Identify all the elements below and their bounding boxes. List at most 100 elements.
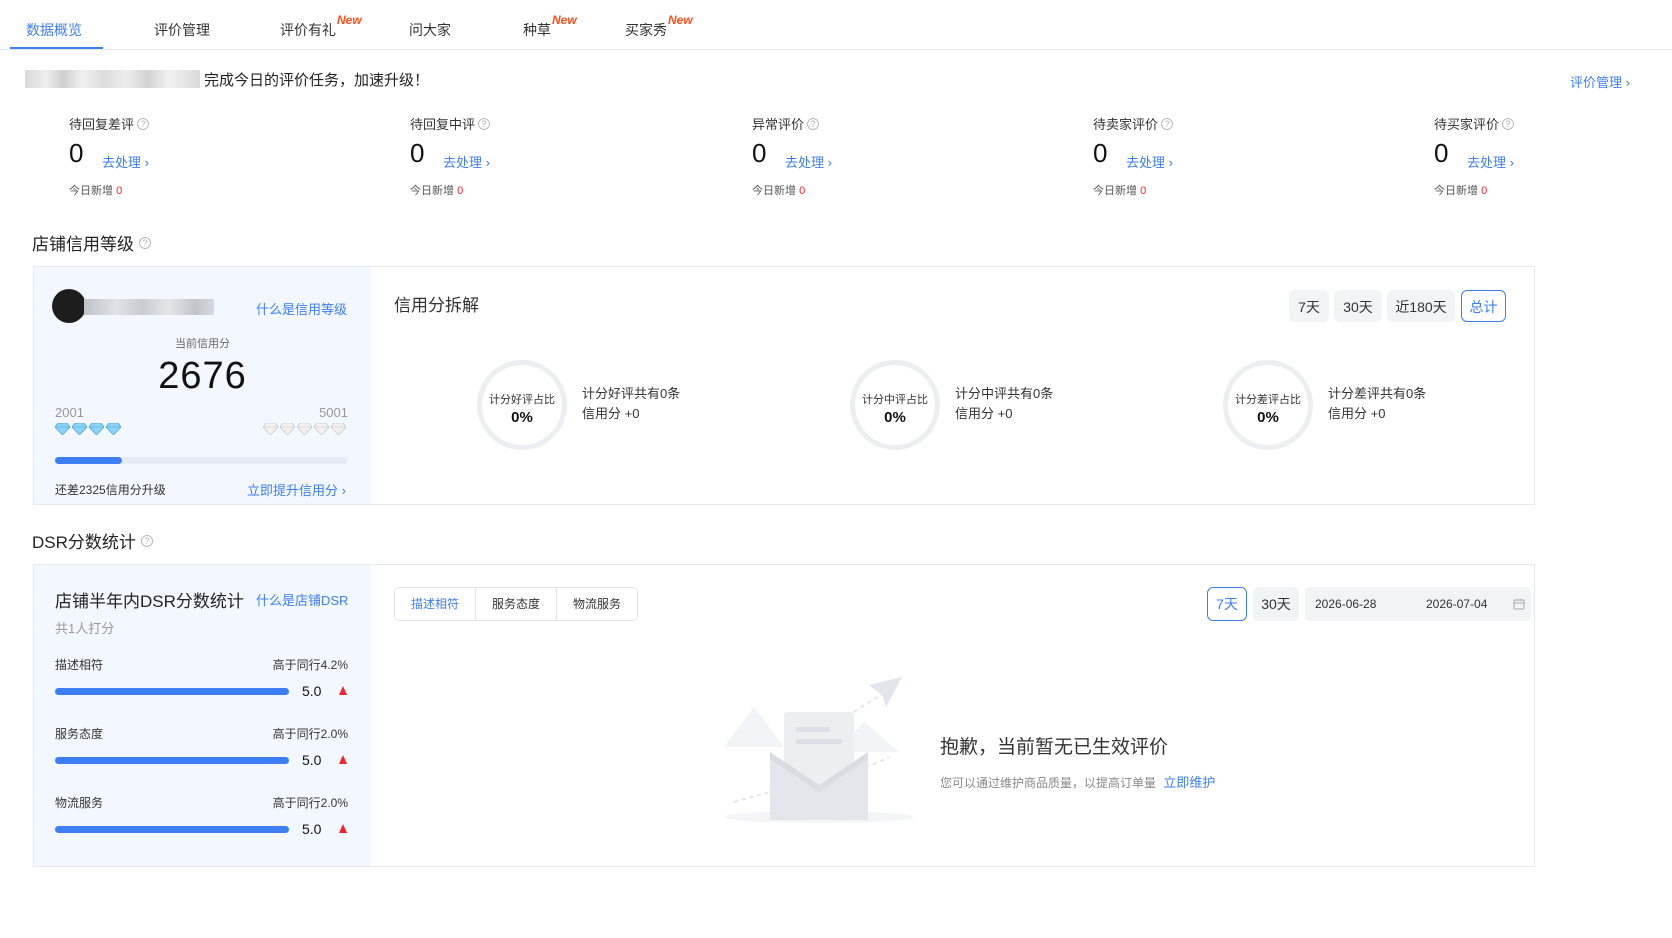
help-icon[interactable]: ? <box>807 117 820 130</box>
go-handle-link[interactable]: 去处理 › <box>785 152 832 171</box>
help-icon[interactable]: ? <box>1161 117 1174 130</box>
greeting: 完成今日的评价任务，加速升级！ <box>25 68 429 90</box>
stat-pending-seller-review: 待卖家评价? 0 去处理 › 今日新增 0 <box>1093 114 1174 197</box>
ring-label: 计分差评占比 <box>1235 394 1301 406</box>
dsr-rater-count: 共1人打分 <box>55 621 115 636</box>
dsr-item-compare: 高于同行2.0% <box>272 796 348 810</box>
tab-service-attitude[interactable]: 服务态度 <box>476 588 558 620</box>
what-is-dsr-link[interactable]: 什么是店铺DSR <box>256 590 348 609</box>
dsr-item-compare: 高于同行2.0% <box>272 727 348 741</box>
what-is-credit-link[interactable]: 什么是信用等级 <box>256 299 347 318</box>
tab-buyer-show[interactable]: 买家秀 New <box>625 13 693 40</box>
tab-ask-everyone[interactable]: 问大家 <box>409 20 451 40</box>
gem-icon <box>72 423 87 435</box>
current-level-gems <box>55 423 121 435</box>
up-arrow-icon <box>339 824 347 833</box>
calendar-icon[interactable] <box>1513 598 1525 610</box>
ring-value: 0% <box>884 409 906 426</box>
tab-review-gift[interactable]: 评价有礼 New <box>280 13 362 40</box>
dsr-score-bar <box>55 757 289 764</box>
gem-icon <box>106 423 121 435</box>
up-arrow-icon <box>339 686 347 695</box>
dsr-score: 5.0 <box>302 683 322 699</box>
help-icon[interactable]: ? <box>137 117 150 130</box>
gem-icon <box>331 423 346 435</box>
stat-title: 异常评价 <box>752 117 805 132</box>
help-icon[interactable]: ? <box>139 236 151 249</box>
stat-pending-negative: 待回复差评? 0 去处理 › 今日新增 0 <box>69 114 150 197</box>
help-icon[interactable]: ? <box>140 534 153 547</box>
go-handle-link[interactable]: 去处理 › <box>1126 152 1173 171</box>
avatar <box>52 289 86 323</box>
good-review-desc: 计分好评共有0条 信用分 +0 <box>582 386 681 421</box>
dsr-metric-tabs: 描述相符 服务态度 物流服务 <box>394 587 639 621</box>
date-start: 2026-06-28 <box>1315 597 1377 611</box>
stat-today-new: 今日新增 0 <box>410 185 464 197</box>
ring-value: 0% <box>1257 409 1279 426</box>
tab-overview[interactable]: 数据概览 <box>26 20 82 40</box>
gem-icon <box>314 423 329 435</box>
neutral-review-ring: 计分中评占比 0% <box>850 360 940 450</box>
dsr-panel: 店铺半年内DSR分数统计 什么是店铺DSR 共1人打分 描述相符 高于同行4.2… <box>33 564 1535 867</box>
dsr-period-30d-button[interactable]: 30天 <box>1253 587 1299 621</box>
dsr-score-bar <box>55 826 289 833</box>
stat-title: 待卖家评价 <box>1093 117 1159 132</box>
next-level-gems <box>263 423 346 435</box>
dsr-score: 5.0 <box>302 821 322 837</box>
credit-range-min: 2001 <box>55 405 84 420</box>
dsr-item-label: 服务态度 <box>55 727 104 741</box>
go-handle-link[interactable]: 去处理 › <box>102 152 149 171</box>
top-tab-bar: 数据概览 评价管理 评价有礼 New 问大家 种草 New 买家秀 New <box>0 0 1672 50</box>
stat-pending-buyer-review: 待买家评价? 0 去处理 › 今日新增 0 <box>1434 114 1515 197</box>
upgrade-hint: 还差2325信用分升级 <box>55 483 166 497</box>
tab-logistics-service[interactable]: 物流服务 <box>557 588 637 620</box>
gem-icon <box>55 423 70 435</box>
credit-card: 什么是信用等级 当前信用分 2676 2001 5001 还差2325信用分升级… <box>34 267 371 504</box>
dsr-item-label: 物流服务 <box>55 796 104 810</box>
period-180d-button[interactable]: 近180天 <box>1387 290 1455 322</box>
dsr-card: 店铺半年内DSR分数统计 什么是店铺DSR 共1人打分 描述相符 高于同行4.2… <box>34 565 371 866</box>
good-review-ring: 计分好评占比 0% <box>477 360 567 450</box>
period-total-button[interactable]: 总计 <box>1461 290 1506 322</box>
stat-value: 0 <box>752 138 767 168</box>
stat-today-new: 今日新增 0 <box>752 185 806 197</box>
review-management-link[interactable]: 评价管理 › <box>1570 72 1630 91</box>
new-badge: New <box>668 13 693 27</box>
stat-pending-neutral: 待回复中评? 0 去处理 › 今日新增 0 <box>410 114 491 197</box>
gem-icon <box>89 423 104 435</box>
boost-credit-link[interactable]: 立即提升信用分 › <box>247 480 346 499</box>
period-30d-button[interactable]: 30天 <box>1334 290 1382 322</box>
active-tab-indicator <box>10 47 103 49</box>
current-credit-label: 当前信用分 <box>175 338 230 350</box>
help-icon[interactable]: ? <box>478 117 491 130</box>
stat-today-new: 今日新增 0 <box>69 185 123 197</box>
stat-title: 待回复差评 <box>69 117 135 132</box>
blurred-username <box>25 70 200 88</box>
maintain-now-link[interactable]: 立即维护 <box>1163 775 1215 790</box>
credit-section-title: 店铺信用等级? <box>32 230 151 255</box>
tab-description-match[interactable]: 描述相符 <box>395 588 477 620</box>
ring-label: 计分好评占比 <box>489 394 555 406</box>
go-handle-link[interactable]: 去处理 › <box>443 152 490 171</box>
dsr-card-title: 店铺半年内DSR分数统计 <box>55 592 244 611</box>
dsr-period-7d-button[interactable]: 7天 <box>1207 587 1247 621</box>
stat-today-new: 今日新增 0 <box>1434 185 1488 197</box>
negative-review-desc: 计分差评共有0条 信用分 +0 <box>1328 386 1427 421</box>
help-icon[interactable]: ? <box>1502 117 1515 130</box>
tab-seeding[interactable]: 种草 New <box>523 13 577 40</box>
blurred-store-name <box>84 299 214 315</box>
tab-review-management[interactable]: 评价管理 <box>154 20 210 40</box>
date-range-picker[interactable]: 2026-06-28 2026-07-04 <box>1305 587 1531 621</box>
empty-state-hint: 您可以通过维护商品质量，以提高订单量 立即维护 <box>940 775 1216 790</box>
dsr-section-title: DSR分数统计? <box>32 528 153 553</box>
dsr-item-compare: 高于同行4.2% <box>272 658 348 672</box>
ring-label: 计分中评占比 <box>862 394 928 406</box>
credit-progress-fill <box>55 457 123 464</box>
new-badge: New <box>552 13 577 27</box>
negative-review-ring: 计分差评占比 0% <box>1223 360 1313 450</box>
gem-icon <box>280 423 295 435</box>
gem-icon <box>297 423 312 435</box>
go-handle-link[interactable]: 去处理 › <box>1467 152 1514 171</box>
period-7d-button[interactable]: 7天 <box>1289 290 1329 322</box>
new-badge: New <box>337 13 362 27</box>
